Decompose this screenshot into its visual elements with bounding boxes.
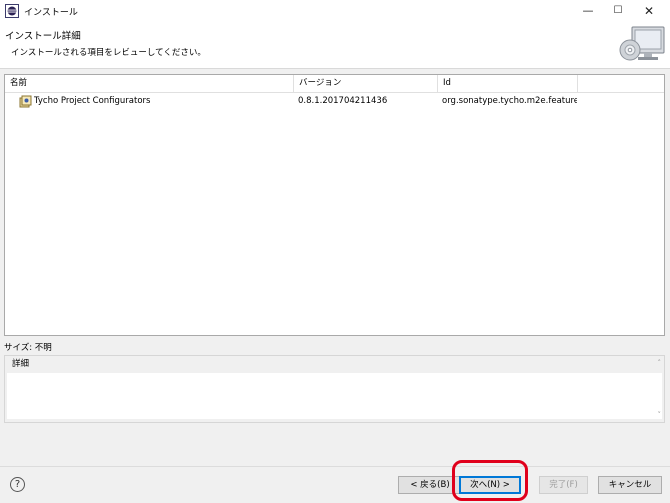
cancel-button[interactable]: キャンセル bbox=[598, 476, 662, 494]
install-items-table[interactable]: 名前 バージョン Id Tycho Project Configurators … bbox=[4, 74, 665, 336]
highlight-annotation bbox=[452, 460, 528, 501]
scroll-down-icon[interactable]: ˅ bbox=[658, 411, 662, 419]
wizard-header: インストール詳細 インストールされる項目をレビューしてください。 bbox=[0, 22, 670, 69]
column-header-id[interactable]: Id bbox=[437, 75, 577, 92]
eclipse-app-icon bbox=[5, 4, 19, 18]
footer-separator bbox=[0, 466, 670, 467]
maximize-button[interactable]: ☐ bbox=[603, 0, 633, 22]
install-monitor-icon bbox=[619, 26, 665, 61]
row-id: org.sonatype.tycho.m2e.feature.fe... bbox=[442, 96, 577, 106]
minimize-button[interactable]: — bbox=[573, 0, 603, 22]
column-header-filler bbox=[577, 75, 664, 92]
table-header: 名前 バージョン Id bbox=[5, 75, 664, 93]
row-version: 0.8.1.201704211436 bbox=[298, 96, 388, 106]
row-name: Tycho Project Configurators bbox=[34, 96, 151, 106]
details-label: 詳細 bbox=[11, 357, 31, 369]
scroll-up-icon[interactable]: ˄ bbox=[658, 359, 662, 367]
window-title: インストール bbox=[24, 8, 78, 18]
page-title: インストール詳細 bbox=[5, 31, 81, 42]
details-text-area[interactable] bbox=[7, 373, 662, 419]
size-label: サイズ: 不明 bbox=[4, 343, 52, 353]
finish-button: 完了(F) bbox=[539, 476, 588, 494]
title-bar: インストール — ☐ ✕ bbox=[0, 0, 670, 22]
close-button[interactable]: ✕ bbox=[634, 0, 664, 22]
page-description: インストールされる項目をレビューしてください。 bbox=[11, 48, 206, 58]
details-group: 詳細 ˄ ˅ bbox=[4, 355, 665, 423]
column-header-name[interactable]: 名前 bbox=[5, 75, 293, 92]
help-icon[interactable]: ? bbox=[10, 477, 25, 492]
table-row[interactable]: Tycho Project Configurators 0.8.1.201704… bbox=[5, 93, 664, 109]
column-header-version[interactable]: バージョン bbox=[293, 75, 437, 92]
